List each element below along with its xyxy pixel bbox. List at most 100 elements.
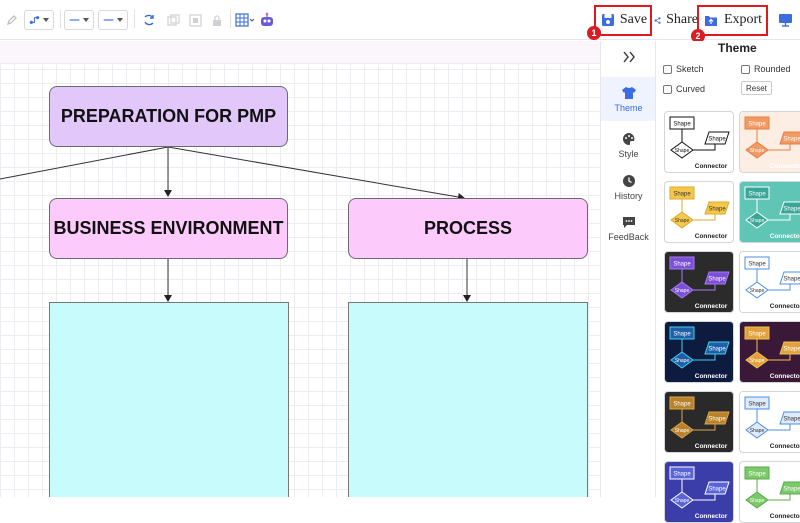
tab-style[interactable]: Style xyxy=(601,125,656,165)
pencil-icon[interactable] xyxy=(4,9,20,31)
theme-preview-graphic: Shape Shape Shape Connector xyxy=(669,466,730,520)
thumb-connector-label: Connector xyxy=(695,233,728,240)
divider xyxy=(60,10,61,28)
theme-thumbnail[interactable]: Shape Shape Shape Connector xyxy=(664,251,734,313)
copy-style-icon[interactable] xyxy=(164,9,182,31)
group-icon[interactable] xyxy=(186,9,204,31)
thumb-shape-label: Shape xyxy=(783,137,800,143)
theme-thumbnail[interactable]: Shape Shape Shape Connector xyxy=(739,181,800,243)
present-icon[interactable] xyxy=(776,9,794,31)
thumb-shape-label: Shape xyxy=(750,498,765,504)
rounded-option[interactable]: Rounded xyxy=(741,64,791,74)
root-node[interactable]: PREPARATION FOR PMP xyxy=(49,86,288,147)
thumb-connector-label: Connector xyxy=(695,443,728,450)
theme-thumbnail[interactable]: Shape Shape Shape Connector xyxy=(739,111,800,173)
thumb-shape-label: Shape xyxy=(673,122,691,128)
theme-thumbnail[interactable]: Shape Shape Shape Connector xyxy=(664,391,734,453)
sketch-option[interactable]: Sketch xyxy=(663,64,704,74)
thumb-shape-label: Shape xyxy=(750,148,765,154)
diagram-canvas[interactable]: PREPARATION FOR PMP BUSINESS ENVIRONMENT… xyxy=(0,41,600,497)
thumb-shape-label: Shape xyxy=(748,122,766,128)
thumb-shape-label: Shape xyxy=(750,288,765,294)
thumb-connector-label: Connector xyxy=(770,233,800,240)
thumb-connector-label: Connector xyxy=(695,163,728,170)
save-highlight xyxy=(594,5,652,36)
reset-button[interactable]: Reset xyxy=(741,81,772,95)
tab-theme-label: Theme xyxy=(614,102,643,113)
theme-thumbnail[interactable]: Shape Shape Shape Connector xyxy=(664,321,734,383)
table-icon xyxy=(235,13,255,27)
collapse-panel-button[interactable] xyxy=(601,41,656,73)
thumb-shape-label: Shape xyxy=(675,498,690,504)
connector-line-left xyxy=(0,146,169,180)
thumb-connector-label: Connector xyxy=(695,303,728,310)
toolbar: Save 1 Share Export 2 xyxy=(0,0,800,43)
thumb-shape-label: Shape xyxy=(750,358,765,364)
divider xyxy=(134,10,135,28)
thumb-shape-label: Shape xyxy=(675,288,690,294)
theme-thumbnail[interactable]: Shape Shape Shape Connector xyxy=(739,391,800,453)
sketch-checkbox[interactable] xyxy=(663,64,672,74)
curved-checkbox[interactable] xyxy=(663,84,672,94)
thumb-shape-label: Shape xyxy=(675,218,690,224)
shirt-icon xyxy=(621,86,636,99)
thumb-connector-label: Connector xyxy=(770,163,800,170)
theme-thumbnail[interactable]: Shape Shape Shape Connector xyxy=(664,461,734,523)
tab-history[interactable]: History xyxy=(601,167,656,207)
theme-thumbnail[interactable]: Shape Shape Shape Connector xyxy=(739,321,800,383)
curved-label: Curved xyxy=(676,84,706,94)
rounded-label: Rounded xyxy=(754,64,791,74)
rotate-icon[interactable] xyxy=(140,9,158,31)
theme-thumbnail[interactable]: Shape Shape Shape Connector xyxy=(739,461,800,523)
thumb-shape-label: Shape xyxy=(783,347,800,353)
theme-thumbnail[interactable]: Shape Shape Shape Connector xyxy=(664,181,734,243)
thumb-connector-label: Connector xyxy=(770,513,800,520)
thumb-connector-label: Connector xyxy=(695,373,728,380)
share-button[interactable]: Share xyxy=(654,9,698,31)
thumb-shape-label: Shape xyxy=(748,192,766,198)
theme-preview-graphic: Shape Shape Shape Connector xyxy=(669,186,730,240)
connector-style-dropdown[interactable] xyxy=(24,10,54,30)
thumb-shape-label: Shape xyxy=(708,207,726,213)
theme-panel: Theme Sketch Rounded Curved Reset Shape S… xyxy=(655,41,800,523)
double-chevron-right-icon xyxy=(622,51,635,63)
line-icon xyxy=(69,19,80,21)
rounded-checkbox[interactable] xyxy=(741,64,750,74)
thumb-shape-label: Shape xyxy=(783,207,800,213)
thumb-shape-label: Shape xyxy=(750,428,765,434)
tab-feedback[interactable]: FeedBack xyxy=(601,209,656,249)
theme-thumbnail[interactable]: Shape Shape Shape Connector xyxy=(739,251,800,313)
share-label: Share xyxy=(666,12,698,27)
thumb-shape-label: Shape xyxy=(748,332,766,338)
thumb-shape-label: Shape xyxy=(708,417,726,423)
clock-icon xyxy=(622,174,635,187)
tab-feedback-label: FeedBack xyxy=(608,232,649,242)
thumb-shape-label: Shape xyxy=(783,417,800,423)
theme-preview-graphic: Shape Shape Shape Connector xyxy=(669,116,730,170)
thumb-shape-label: Shape xyxy=(748,402,766,408)
chevron-down-icon xyxy=(83,18,89,22)
table-dropdown[interactable] xyxy=(234,9,256,31)
theme-preview-graphic: Shape Shape Shape Connector xyxy=(744,186,800,240)
thumb-shape-label: Shape xyxy=(675,358,690,364)
connector-icon xyxy=(29,16,40,24)
line-weight-dropdown[interactable] xyxy=(98,10,128,30)
business-environment-node[interactable]: BUSINESS ENVIRONMENT xyxy=(49,198,288,259)
line-style-dropdown[interactable] xyxy=(64,10,94,30)
process-node[interactable]: PROCESS xyxy=(348,198,588,259)
thumb-shape-label: Shape xyxy=(673,472,691,478)
side-nav: Theme Style History FeedBack xyxy=(600,41,656,497)
tab-theme[interactable]: Theme xyxy=(601,77,656,121)
theme-preview-graphic: Shape Shape Shape Connector xyxy=(669,326,730,380)
empty-node-left[interactable] xyxy=(49,302,289,497)
thumb-shape-label: Shape xyxy=(708,277,726,283)
lock-icon[interactable] xyxy=(208,9,226,31)
canvas-top-bar xyxy=(0,41,600,64)
thumb-shape-label: Shape xyxy=(673,332,691,338)
curved-option[interactable]: Curved xyxy=(663,84,705,94)
theme-preview-graphic: Shape Shape Shape Connector xyxy=(744,116,800,170)
empty-node-right[interactable] xyxy=(348,302,588,497)
theme-thumbnail[interactable]: Shape Shape Shape Connector xyxy=(664,111,734,173)
ai-robot-icon[interactable] xyxy=(258,9,276,31)
business-environment-label: BUSINESS ENVIRONMENT xyxy=(53,218,284,238)
